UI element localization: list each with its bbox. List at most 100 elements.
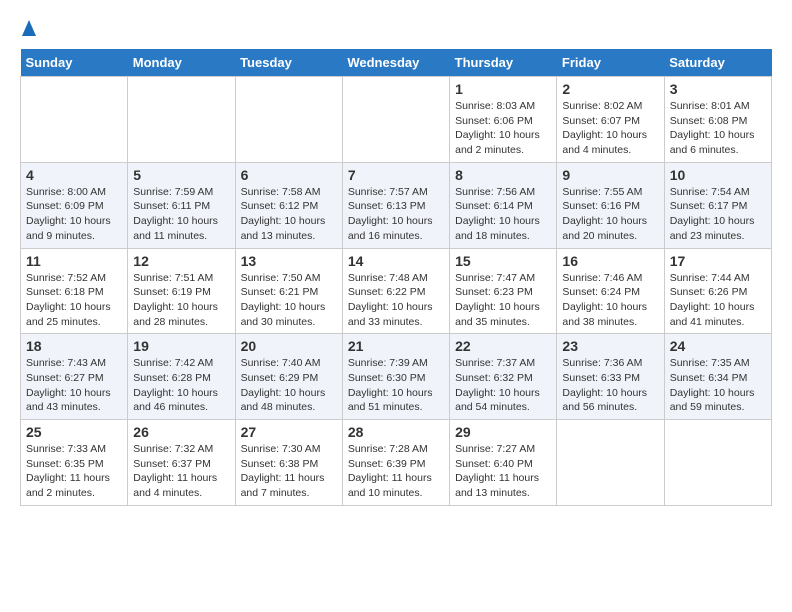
weekday-header-saturday: Saturday <box>664 49 771 77</box>
calendar-cell <box>342 77 449 163</box>
day-number: 2 <box>562 81 658 97</box>
day-info: Sunrise: 7:58 AM Sunset: 6:12 PM Dayligh… <box>241 185 337 244</box>
calendar-cell: 8 Sunrise: 7:56 AM Sunset: 6:14 PM Daylig… <box>450 162 557 248</box>
logo <box>20 20 36 39</box>
day-number: 3 <box>670 81 766 97</box>
day-info: Sunrise: 7:40 AM Sunset: 6:29 PM Dayligh… <box>241 356 337 415</box>
calendar-cell: 1 Sunrise: 8:03 AM Sunset: 6:06 PM Daylig… <box>450 77 557 163</box>
day-info: Sunrise: 7:48 AM Sunset: 6:22 PM Dayligh… <box>348 271 444 330</box>
calendar-cell: 11Sunrise: 7:52 AM Sunset: 6:18 PM Dayli… <box>21 248 128 334</box>
day-number: 12 <box>133 253 229 269</box>
calendar-cell: 26 Sunrise: 7:32 AM Sunset: 6:37 PM Dayli… <box>128 420 235 506</box>
calendar-cell: 20 Sunrise: 7:40 AM Sunset: 6:29 PM Dayli… <box>235 334 342 420</box>
weekday-header-sunday: Sunday <box>21 49 128 77</box>
weekday-header-monday: Monday <box>128 49 235 77</box>
calendar-week-row: 4 Sunrise: 8:00 AM Sunset: 6:09 PM Daylig… <box>21 162 772 248</box>
day-number: 6 <box>241 167 337 183</box>
day-number: 23 <box>562 338 658 354</box>
day-number: 20 <box>241 338 337 354</box>
page-header <box>20 20 772 39</box>
day-info: Sunrise: 8:00 AM Sunset: 6:09 PM Dayligh… <box>26 185 122 244</box>
day-number: 4 <box>26 167 122 183</box>
calendar-cell <box>128 77 235 163</box>
day-number: 1 <box>455 81 551 97</box>
calendar-cell: 2 Sunrise: 8:02 AM Sunset: 6:07 PM Daylig… <box>557 77 664 163</box>
day-info: Sunrise: 7:42 AM Sunset: 6:28 PM Dayligh… <box>133 356 229 415</box>
day-number: 16 <box>562 253 658 269</box>
calendar-header-row: SundayMondayTuesdayWednesdayThursdayFrid… <box>21 49 772 77</box>
day-number: 22 <box>455 338 551 354</box>
calendar-cell: 25 Sunrise: 7:33 AM Sunset: 6:35 PM Dayli… <box>21 420 128 506</box>
day-info: Sunrise: 7:46 AM Sunset: 6:24 PM Dayligh… <box>562 271 658 330</box>
calendar-cell: 3 Sunrise: 8:01 AM Sunset: 6:08 PM Daylig… <box>664 77 771 163</box>
day-info: Sunrise: 7:54 AM Sunset: 6:17 PM Dayligh… <box>670 185 766 244</box>
day-number: 15 <box>455 253 551 269</box>
day-info: Sunrise: 8:02 AM Sunset: 6:07 PM Dayligh… <box>562 99 658 158</box>
day-number: 24 <box>670 338 766 354</box>
calendar-cell: 9 Sunrise: 7:55 AM Sunset: 6:16 PM Daylig… <box>557 162 664 248</box>
day-number: 10 <box>670 167 766 183</box>
weekday-header-wednesday: Wednesday <box>342 49 449 77</box>
day-number: 21 <box>348 338 444 354</box>
day-number: 19 <box>133 338 229 354</box>
calendar-table: SundayMondayTuesdayWednesdayThursdayFrid… <box>20 49 772 506</box>
calendar-cell <box>235 77 342 163</box>
day-info: Sunrise: 8:03 AM Sunset: 6:06 PM Dayligh… <box>455 99 551 158</box>
day-info: Sunrise: 7:28 AM Sunset: 6:39 PM Dayligh… <box>348 442 444 501</box>
calendar-cell: 7 Sunrise: 7:57 AM Sunset: 6:13 PM Daylig… <box>342 162 449 248</box>
calendar-cell: 28 Sunrise: 7:28 AM Sunset: 6:39 PM Dayli… <box>342 420 449 506</box>
day-number: 26 <box>133 424 229 440</box>
calendar-cell: 23Sunrise: 7:36 AM Sunset: 6:33 PM Dayli… <box>557 334 664 420</box>
logo-triangle-icon <box>22 20 36 41</box>
day-info: Sunrise: 7:30 AM Sunset: 6:38 PM Dayligh… <box>241 442 337 501</box>
day-number: 18 <box>26 338 122 354</box>
day-number: 8 <box>455 167 551 183</box>
day-info: Sunrise: 7:55 AM Sunset: 6:16 PM Dayligh… <box>562 185 658 244</box>
day-number: 29 <box>455 424 551 440</box>
day-info: Sunrise: 7:44 AM Sunset: 6:26 PM Dayligh… <box>670 271 766 330</box>
day-info: Sunrise: 7:47 AM Sunset: 6:23 PM Dayligh… <box>455 271 551 330</box>
calendar-cell: 24 Sunrise: 7:35 AM Sunset: 6:34 PM Dayli… <box>664 334 771 420</box>
day-number: 7 <box>348 167 444 183</box>
calendar-cell <box>21 77 128 163</box>
day-number: 17 <box>670 253 766 269</box>
calendar-cell: 5Sunrise: 7:59 AM Sunset: 6:11 PM Daylig… <box>128 162 235 248</box>
day-info: Sunrise: 7:51 AM Sunset: 6:19 PM Dayligh… <box>133 271 229 330</box>
day-info: Sunrise: 7:27 AM Sunset: 6:40 PM Dayligh… <box>455 442 551 501</box>
day-info: Sunrise: 7:32 AM Sunset: 6:37 PM Dayligh… <box>133 442 229 501</box>
calendar-cell: 10 Sunrise: 7:54 AM Sunset: 6:17 PM Dayli… <box>664 162 771 248</box>
day-info: Sunrise: 7:35 AM Sunset: 6:34 PM Dayligh… <box>670 356 766 415</box>
day-number: 28 <box>348 424 444 440</box>
day-info: Sunrise: 8:01 AM Sunset: 6:08 PM Dayligh… <box>670 99 766 158</box>
calendar-week-row: 18 Sunrise: 7:43 AM Sunset: 6:27 PM Dayli… <box>21 334 772 420</box>
calendar-cell: 27 Sunrise: 7:30 AM Sunset: 6:38 PM Dayli… <box>235 420 342 506</box>
calendar-week-row: 25 Sunrise: 7:33 AM Sunset: 6:35 PM Dayli… <box>21 420 772 506</box>
calendar-cell <box>557 420 664 506</box>
day-info: Sunrise: 7:39 AM Sunset: 6:30 PM Dayligh… <box>348 356 444 415</box>
calendar-cell: 6 Sunrise: 7:58 AM Sunset: 6:12 PM Daylig… <box>235 162 342 248</box>
day-info: Sunrise: 7:43 AM Sunset: 6:27 PM Dayligh… <box>26 356 122 415</box>
day-number: 25 <box>26 424 122 440</box>
weekday-header-thursday: Thursday <box>450 49 557 77</box>
calendar-cell: 17 Sunrise: 7:44 AM Sunset: 6:26 PM Dayli… <box>664 248 771 334</box>
calendar-cell: 22Sunrise: 7:37 AM Sunset: 6:32 PM Dayli… <box>450 334 557 420</box>
calendar-cell: 18 Sunrise: 7:43 AM Sunset: 6:27 PM Dayli… <box>21 334 128 420</box>
day-info: Sunrise: 7:56 AM Sunset: 6:14 PM Dayligh… <box>455 185 551 244</box>
day-info: Sunrise: 7:57 AM Sunset: 6:13 PM Dayligh… <box>348 185 444 244</box>
calendar-cell <box>664 420 771 506</box>
calendar-cell: 21 Sunrise: 7:39 AM Sunset: 6:30 PM Dayli… <box>342 334 449 420</box>
day-info: Sunrise: 7:33 AM Sunset: 6:35 PM Dayligh… <box>26 442 122 501</box>
day-number: 11 <box>26 253 122 269</box>
calendar-cell: 12 Sunrise: 7:51 AM Sunset: 6:19 PM Dayli… <box>128 248 235 334</box>
calendar-week-row: 11Sunrise: 7:52 AM Sunset: 6:18 PM Dayli… <box>21 248 772 334</box>
calendar-cell: 29 Sunrise: 7:27 AM Sunset: 6:40 PM Dayli… <box>450 420 557 506</box>
day-info: Sunrise: 7:50 AM Sunset: 6:21 PM Dayligh… <box>241 271 337 330</box>
day-number: 9 <box>562 167 658 183</box>
day-number: 27 <box>241 424 337 440</box>
day-number: 5 <box>133 167 229 183</box>
calendar-cell: 13Sunrise: 7:50 AM Sunset: 6:21 PM Dayli… <box>235 248 342 334</box>
calendar-week-row: 1 Sunrise: 8:03 AM Sunset: 6:06 PM Daylig… <box>21 77 772 163</box>
calendar-cell: 15 Sunrise: 7:47 AM Sunset: 6:23 PM Dayli… <box>450 248 557 334</box>
calendar-cell: 14Sunrise: 7:48 AM Sunset: 6:22 PM Dayli… <box>342 248 449 334</box>
calendar-cell: 16 Sunrise: 7:46 AM Sunset: 6:24 PM Dayli… <box>557 248 664 334</box>
